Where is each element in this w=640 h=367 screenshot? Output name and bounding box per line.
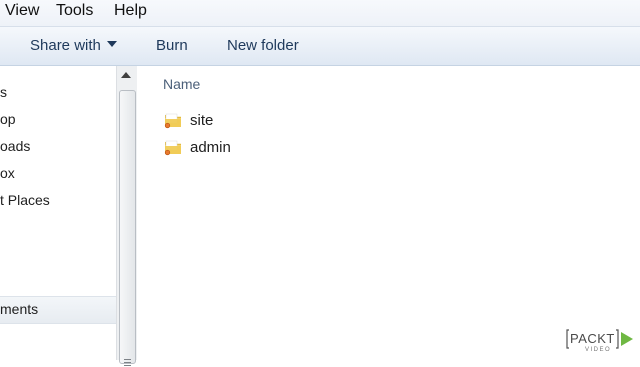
chevron-down-icon (106, 41, 117, 48)
menu-help[interactable]: Help (114, 2, 147, 20)
share-with-button[interactable]: Share with (30, 37, 117, 54)
grip-icon (124, 359, 131, 367)
nav-item[interactable]: ox (0, 165, 15, 181)
list-item[interactable]: admin (163, 137, 363, 159)
menu-view[interactable]: View (5, 2, 39, 20)
burn-button[interactable]: Burn (156, 37, 188, 54)
scroll-up-arrow-icon[interactable] (121, 72, 131, 78)
scroll-thumb[interactable] (119, 90, 136, 367)
list-item[interactable]: site (163, 110, 363, 132)
nav-item[interactable]: t Places (0, 192, 50, 208)
navigation-pane: s op oads ox t Places ments (0, 66, 116, 360)
file-name: site (190, 112, 214, 129)
file-list: Name site admin (137, 66, 640, 360)
nav-scrollbar[interactable] (116, 66, 137, 366)
column-header-name[interactable]: Name (163, 76, 200, 92)
new-folder-button[interactable]: New folder (227, 37, 299, 54)
svg-text:VIDEO: VIDEO (585, 347, 611, 353)
nav-item-selected[interactable]: ments (0, 296, 116, 324)
menu-bar: View Tools Help (0, 0, 640, 27)
packt-video-logo: PACKT VIDEO (566, 329, 633, 353)
share-with-label: Share with (30, 37, 101, 54)
nav-item-label: ments (0, 301, 39, 317)
nav-item[interactable]: op (0, 111, 16, 127)
folder-icon (164, 140, 181, 156)
svg-text:PACKT: PACKT (570, 331, 615, 346)
nav-item[interactable]: oads (0, 138, 30, 154)
file-name: admin (190, 139, 231, 156)
menu-tools[interactable]: Tools (56, 2, 93, 20)
folder-icon (164, 113, 181, 129)
command-bar: Share with Burn New folder (0, 27, 640, 66)
nav-item[interactable]: s (0, 84, 7, 100)
